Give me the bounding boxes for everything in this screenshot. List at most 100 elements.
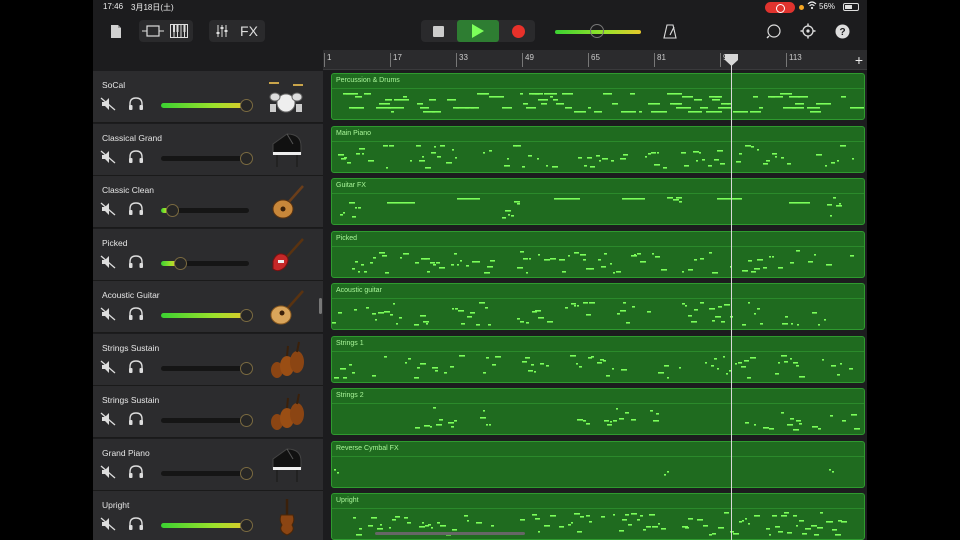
record-icon <box>511 24 525 38</box>
track-region[interactable]: Percussion & Drums <box>331 73 865 120</box>
headphones-icon[interactable] <box>128 202 144 216</box>
headphones-icon[interactable] <box>128 307 144 321</box>
horizontal-scrollbar[interactable] <box>375 532 525 535</box>
keyboard-icon[interactable] <box>167 20 191 42</box>
track-region[interactable]: Main Piano <box>331 126 865 173</box>
headphones-icon[interactable] <box>128 360 144 374</box>
fx-button[interactable]: FX <box>235 20 263 42</box>
track-header[interactable]: Grand Piano <box>93 439 323 491</box>
track-header[interactable]: Upright <box>93 491 323 540</box>
settings-icon[interactable] <box>799 20 817 42</box>
track-name: Classical Grand <box>102 133 162 143</box>
play-button[interactable] <box>457 20 499 42</box>
record-button[interactable] <box>505 20 531 42</box>
view-toggle-group <box>139 20 193 42</box>
track-volume-knob[interactable] <box>240 152 253 165</box>
track-name: Grand Piano <box>102 448 150 458</box>
acoustic-guitar-icon[interactable] <box>265 287 307 327</box>
headphones-icon[interactable] <box>128 150 144 164</box>
ruler-marker: 65 <box>588 53 600 67</box>
track-header[interactable]: Picked <box>93 229 323 281</box>
headphones-icon[interactable] <box>128 97 144 111</box>
track-volume-knob[interactable] <box>240 309 253 322</box>
track-header[interactable]: Classic Clean <box>93 176 323 228</box>
tracks-area[interactable]: Percussion & Drums Main Piano Guitar FX Pic… <box>323 71 867 540</box>
track-volume-slider[interactable] <box>161 156 249 161</box>
mute-icon[interactable] <box>100 202 116 216</box>
timeline-ruler[interactable]: 1 17 33 49 65 81 97 113 + <box>323 50 867 70</box>
track-volume-slider[interactable] <box>161 418 249 423</box>
track-region[interactable]: Reverse Cymbal FX <box>331 441 865 488</box>
region-name: Strings 1 <box>336 340 364 347</box>
track-volume-knob[interactable] <box>240 414 253 427</box>
region-name: Upright <box>336 497 359 504</box>
help-icon[interactable]: ? <box>833 20 851 42</box>
strings-icon[interactable] <box>265 340 307 380</box>
headphones-icon[interactable] <box>128 465 144 479</box>
mute-icon[interactable] <box>100 97 116 111</box>
strings-icon[interactable] <box>265 392 307 432</box>
track-name: Picked <box>102 238 128 248</box>
upright-bass-icon[interactable] <box>265 497 307 537</box>
track-region[interactable]: Acoustic guitar <box>331 283 865 330</box>
bass-guitar-icon[interactable] <box>265 235 307 275</box>
track-header[interactable]: SoCal <box>93 71 323 123</box>
track-volume-fill <box>161 103 249 108</box>
loop-browser-icon[interactable] <box>765 20 783 42</box>
headphones-icon[interactable] <box>128 517 144 531</box>
mute-icon[interactable] <box>100 465 116 479</box>
track-volume-knob[interactable] <box>240 519 253 532</box>
toolbar: FX ? <box>93 14 867 50</box>
mixer-fx-group: FX <box>209 20 265 42</box>
mute-icon[interactable] <box>100 150 116 164</box>
track-name: Strings Sustain <box>102 395 160 405</box>
my-songs-icon[interactable] <box>107 20 125 42</box>
mute-icon[interactable] <box>100 255 116 269</box>
region-notes <box>332 302 826 326</box>
track-header[interactable]: Classical Grand <box>93 124 323 176</box>
track-volume-knob[interactable] <box>174 257 187 270</box>
track-header[interactable]: Acoustic Guitar <box>93 281 323 333</box>
metronome-icon[interactable] <box>661 20 679 42</box>
grand-piano-icon[interactable] <box>265 130 307 170</box>
headphones-icon[interactable] <box>128 412 144 426</box>
add-section-icon[interactable]: + <box>855 52 863 68</box>
region-notes <box>334 469 834 476</box>
track-volume-knob[interactable] <box>240 99 253 112</box>
track-volume-slider[interactable] <box>161 471 249 476</box>
track-header[interactable]: Strings Sustain <box>93 386 323 438</box>
region-name: Acoustic guitar <box>336 287 382 294</box>
region-name: Main Piano <box>336 130 372 137</box>
track-volume-knob[interactable] <box>240 467 253 480</box>
screen-recording-icon[interactable] <box>765 2 795 13</box>
grand-piano-icon[interactable] <box>265 445 307 485</box>
mute-icon[interactable] <box>100 307 116 321</box>
track-region[interactable]: Picked <box>331 231 865 278</box>
headphones-icon[interactable] <box>128 255 144 269</box>
drum-kit-icon[interactable] <box>265 77 307 117</box>
playhead-handle[interactable] <box>724 53 739 67</box>
track-region[interactable]: Strings 1 <box>331 336 865 383</box>
stop-button[interactable] <box>425 20 451 42</box>
track-volume-slider[interactable] <box>161 313 249 318</box>
mute-icon[interactable] <box>100 412 116 426</box>
electric-guitar-icon[interactable] <box>265 182 307 222</box>
region-notes <box>353 512 847 536</box>
mute-icon[interactable] <box>100 517 116 531</box>
track-volume-slider[interactable] <box>161 366 249 371</box>
track-region[interactable]: Guitar FX <box>331 178 865 225</box>
ruler-marker: 33 <box>456 53 468 67</box>
track-header[interactable]: Strings Sustain <box>93 334 323 386</box>
track-volume-knob[interactable] <box>166 204 179 217</box>
track-volume-slider[interactable] <box>161 103 249 108</box>
region-name: Guitar FX <box>336 182 366 189</box>
tracks-view-icon[interactable] <box>141 20 165 42</box>
master-volume-knob[interactable] <box>590 24 604 38</box>
track-region[interactable]: Strings 2 <box>331 388 865 435</box>
track-volume-slider[interactable] <box>161 523 249 528</box>
ruler-marker: 49 <box>522 53 534 67</box>
mixer-icon[interactable] <box>211 20 233 42</box>
track-resize-handle[interactable] <box>319 298 322 314</box>
track-volume-knob[interactable] <box>240 362 253 375</box>
mute-icon[interactable] <box>100 360 116 374</box>
